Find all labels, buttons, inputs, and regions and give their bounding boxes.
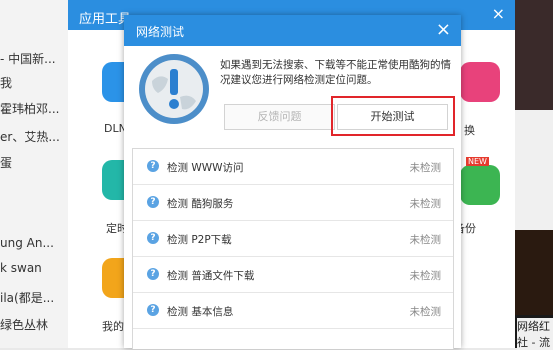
- check-label: 检测 WWW访问: [167, 162, 244, 174]
- list-item[interactable]: er、艾热...: [0, 128, 60, 145]
- check-status: 未检测: [409, 198, 442, 210]
- question-icon[interactable]: ?: [147, 196, 159, 208]
- dialog-header: 网络测试 ×: [124, 15, 461, 46]
- feedback-button[interactable]: 反馈问题: [224, 104, 335, 130]
- convert-icon[interactable]: [460, 62, 500, 102]
- list-item: ? 检测 酷狗服务 未检测: [133, 185, 453, 221]
- check-status: 未检测: [409, 270, 442, 282]
- tool-label: 换: [464, 124, 475, 137]
- check-status: 未检测: [409, 162, 442, 174]
- question-icon[interactable]: ?: [147, 232, 159, 244]
- highlight-box: [331, 96, 455, 136]
- alert-globe-icon: [139, 54, 209, 124]
- list-item: ? 检测 WWW访问 未检测: [133, 149, 453, 185]
- list-item[interactable]: 霍玮柏邓...: [0, 100, 59, 117]
- close-icon[interactable]: ×: [492, 4, 505, 23]
- check-status: 未检测: [409, 306, 442, 318]
- backup-icon[interactable]: [460, 165, 500, 205]
- question-icon[interactable]: ?: [147, 304, 159, 316]
- check-status: 未检测: [409, 234, 442, 246]
- check-label: 检测 基本信息: [167, 306, 234, 318]
- list-item[interactable]: - 中国新...: [0, 50, 56, 67]
- list-item[interactable]: 我: [0, 74, 12, 91]
- new-badge: NEW: [466, 157, 489, 166]
- list-item[interactable]: k swan: [0, 261, 42, 275]
- background-song-list: - 中国新... 我 霍玮柏邓... er、艾热... 蛋 ung An... …: [0, 0, 68, 348]
- check-label: 检测 P2P下载: [167, 234, 232, 246]
- list-item[interactable]: ung An...: [0, 236, 54, 250]
- tool-label: 我的: [102, 320, 124, 333]
- dialog-title: 网络测试: [136, 25, 185, 39]
- check-label: 检测 普通文件下载: [167, 270, 255, 282]
- close-icon[interactable]: ×: [436, 19, 451, 40]
- album-cover[interactable]: [515, 230, 553, 315]
- check-label: 检测 酷狗服务: [167, 198, 234, 210]
- right-panel: 网络红 社 - 流: [515, 0, 553, 350]
- list-item[interactable]: 蛋: [0, 154, 12, 171]
- network-test-dialog: 网络测试 × 如果遇到无法搜索、下载等不能正常使用酷狗的情况建议您进行网络检测定…: [124, 15, 461, 349]
- list-item[interactable]: 绿色丛林: [0, 316, 48, 333]
- list-item: ? 检测 普通文件下载 未检测: [133, 257, 453, 293]
- album-cover[interactable]: [515, 0, 553, 110]
- question-icon[interactable]: ?: [147, 268, 159, 280]
- list-item: ? 检测 基本信息 未检测: [133, 293, 453, 329]
- question-icon[interactable]: ?: [147, 160, 159, 172]
- list-item[interactable]: ila(都是...: [0, 289, 54, 306]
- check-list: ? 检测 WWW访问 未检测 ? 检测 酷狗服务 未检测 ? 检测 P2P下载 …: [132, 148, 454, 349]
- panel-gap: [515, 110, 553, 230]
- list-item: ? 检测 P2P下载 未检测: [133, 221, 453, 257]
- album-caption: 网络红: [517, 318, 553, 334]
- dialog-description: 如果遇到无法搜索、下载等不能正常使用酷狗的情况建议您进行网络检测定位问题。: [220, 59, 451, 86]
